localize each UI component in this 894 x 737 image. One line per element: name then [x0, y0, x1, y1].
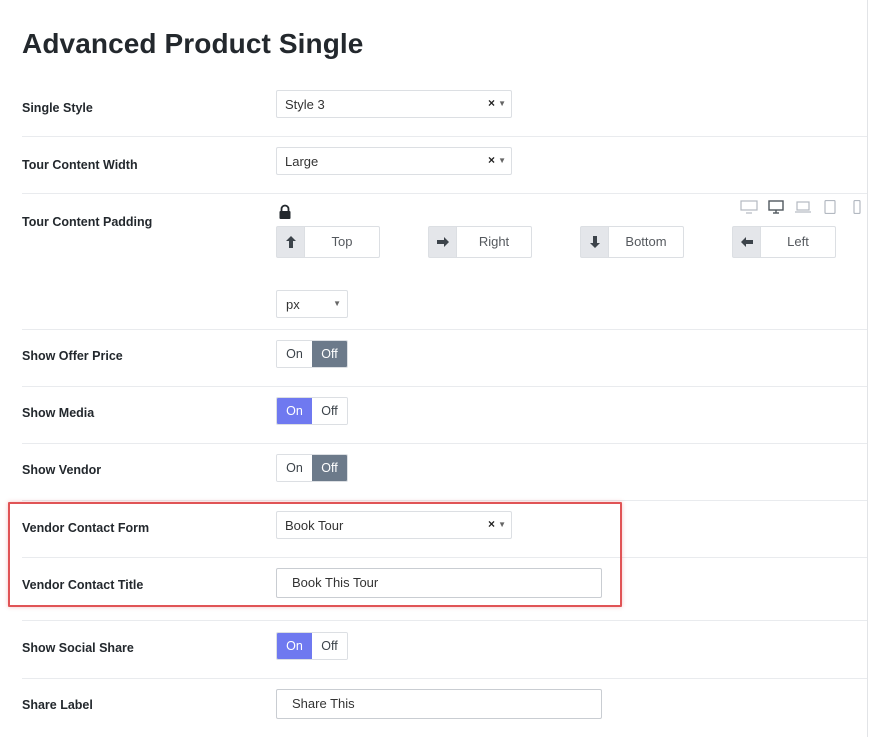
tour-content-width-label: Tour Content Width: [22, 158, 138, 172]
lock-icon[interactable]: [278, 204, 292, 220]
show-vendor-off-button[interactable]: Off: [312, 455, 347, 481]
show-offer-price-on-button[interactable]: On: [277, 341, 312, 367]
padding-left-group: Left: [732, 226, 836, 258]
padding-unit-value: px: [286, 297, 300, 312]
settings-panel: Advanced Product Single Single Style Sty…: [0, 0, 868, 737]
down-arrow-icon: [580, 226, 608, 258]
show-media-off-button[interactable]: Off: [312, 398, 347, 424]
tablet-icon[interactable]: [821, 200, 839, 214]
laptop-icon[interactable]: [794, 200, 812, 214]
show-social-share-on-button[interactable]: On: [277, 633, 312, 659]
chevron-down-icon: ▼: [498, 99, 506, 108]
mobile-icon[interactable]: [848, 200, 866, 214]
padding-right-group: Right: [428, 226, 532, 258]
share-label-label: Share Label: [22, 698, 93, 712]
padding-unit-select[interactable]: px ▼: [276, 290, 348, 318]
up-arrow-icon: [276, 226, 304, 258]
row-single-style: Single Style Style 3 × ▼: [22, 90, 868, 137]
row-share-label: Share Label Share This: [22, 689, 868, 729]
show-offer-price-toggle: On Off: [276, 340, 348, 368]
row-show-media: Show Media On Off: [22, 397, 868, 444]
row-tour-content-padding: Tour Content Padding Top Right Bottom Le…: [22, 200, 868, 330]
left-arrow-icon: [732, 226, 760, 258]
show-media-toggle: On Off: [276, 397, 348, 425]
show-social-share-label: Show Social Share: [22, 641, 134, 655]
show-vendor-on-button[interactable]: On: [277, 455, 312, 481]
show-media-label: Show Media: [22, 406, 95, 420]
right-arrow-icon: [428, 226, 456, 258]
device-switcher: [740, 200, 866, 214]
padding-right-input[interactable]: Right: [456, 226, 532, 258]
scrollbar[interactable]: [867, 0, 894, 737]
show-social-share-toggle: On Off: [276, 632, 348, 660]
show-vendor-label: Show Vendor: [22, 463, 102, 477]
padding-bottom-group: Bottom: [580, 226, 684, 258]
padding-top-input[interactable]: Top: [304, 226, 380, 258]
show-offer-price-off-button[interactable]: Off: [312, 341, 347, 367]
single-style-value: Style 3: [285, 97, 325, 112]
page-title: Advanced Product Single: [22, 28, 364, 59]
show-social-share-off-button[interactable]: Off: [312, 633, 347, 659]
show-offer-price-label: Show Offer Price: [22, 349, 123, 363]
row-tour-content-width: Tour Content Width Large × ▼: [22, 147, 868, 194]
chevron-down-icon: ▼: [498, 156, 506, 165]
tour-content-padding-label: Tour Content Padding: [22, 215, 153, 229]
desktop-icon[interactable]: [767, 200, 785, 214]
tour-content-width-value: Large: [285, 154, 319, 169]
tour-content-width-select[interactable]: Large × ▼: [276, 147, 512, 175]
row-show-vendor: Show Vendor On Off: [22, 454, 868, 501]
share-label-input[interactable]: Share This: [276, 689, 602, 719]
show-media-on-button[interactable]: On: [277, 398, 312, 424]
padding-top-group: Top: [276, 226, 380, 258]
single-style-select[interactable]: Style 3 × ▼: [276, 90, 512, 118]
desktop-wide-icon[interactable]: [740, 200, 758, 214]
single-style-clear-icon[interactable]: ×: [488, 96, 495, 110]
show-vendor-toggle: On Off: [276, 454, 348, 482]
chevron-down-icon: ▼: [333, 299, 341, 308]
padding-bottom-input[interactable]: Bottom: [608, 226, 684, 258]
row-show-offer-price: Show Offer Price On Off: [22, 340, 868, 387]
tour-content-width-clear-icon[interactable]: ×: [488, 153, 495, 167]
highlight-box: [8, 502, 622, 607]
padding-left-input[interactable]: Left: [760, 226, 836, 258]
single-style-label: Single Style: [22, 101, 93, 115]
row-show-social-share: Show Social Share On Off: [22, 632, 868, 679]
